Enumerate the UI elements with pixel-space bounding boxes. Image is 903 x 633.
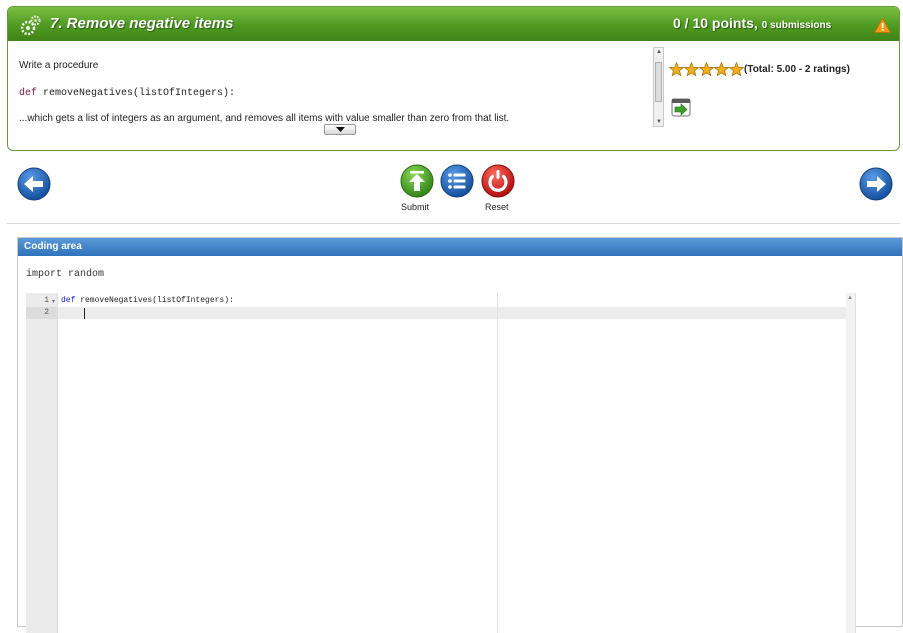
text-cursor (84, 308, 85, 319)
description-scrollbar[interactable]: ▲ ▼ (653, 47, 664, 127)
scroll-up-icon[interactable]: ▲ (656, 49, 662, 55)
code-line-1[interactable]: def removeNegatives(listOfIntegers): (61, 296, 234, 305)
next-exercise-button[interactable] (859, 167, 893, 201)
code-keyword: def (61, 296, 76, 305)
star-icon[interactable] (729, 62, 744, 77)
description-intro: Write a procedure (19, 60, 99, 71)
exercise-header: 7. Remove negative items 0 / 10 points, … (8, 7, 899, 41)
scroll-down-icon[interactable]: ▼ (656, 119, 662, 125)
gear-icon (20, 15, 41, 36)
run-program-icon[interactable] (670, 97, 692, 119)
chevron-down-icon (336, 127, 345, 132)
rating-summary: (Total: 5.00 - 2 ratings) (744, 64, 850, 75)
procedure-signature: def removeNegatives(listOfIntegers): (19, 88, 235, 99)
code-signature: removeNegatives(listOfIntegers): (37, 88, 236, 99)
star-rating[interactable] (669, 62, 744, 78)
points-display: 0 / 10 points, 0 submissions (673, 15, 831, 31)
reset-button[interactable] (481, 164, 515, 198)
coding-area: Coding area import random 1 ▾ 2 def remo… (17, 237, 903, 633)
star-icon[interactable] (699, 62, 714, 77)
code-editor[interactable]: 1 ▾ 2 def removeNegatives(listOfIntegers… (26, 293, 856, 633)
reset-label: Reset (485, 202, 509, 212)
active-gutter-cell (26, 307, 58, 319)
warning-icon[interactable] (874, 18, 891, 33)
description-body: ...which gets a list of integers as an a… (19, 113, 510, 124)
editor-scrollbar[interactable]: ▲ (846, 293, 855, 633)
previous-exercise-button[interactable] (17, 167, 51, 201)
active-line-highlight (26, 307, 855, 319)
submit-button[interactable] (400, 164, 434, 198)
fold-toggle-icon[interactable]: ▾ (52, 298, 55, 305)
star-icon[interactable] (714, 62, 729, 77)
expand-description-button[interactable] (324, 124, 356, 135)
line-number-gutter: 1 ▾ 2 (26, 293, 58, 633)
submit-label: Submit (401, 202, 430, 212)
import-statement: import random (26, 269, 105, 280)
section-divider (7, 223, 900, 224)
line-number: 1 (44, 296, 49, 305)
scrollbar-thumb[interactable] (655, 62, 662, 102)
exercise-panel: 7. Remove negative items 0 / 10 points, … (7, 6, 900, 151)
points-value: 0 / 10 points, (673, 15, 758, 31)
coding-area-header: Coding area (18, 238, 902, 256)
code-keyword: def (19, 88, 38, 99)
code-text: removeNegatives(listOfIntegers): (75, 296, 234, 305)
exercise-title: 7. Remove negative items (50, 15, 234, 32)
submissions-count: 0 submissions (761, 20, 832, 31)
exercise-list-button[interactable] (440, 164, 474, 198)
star-icon[interactable] (669, 62, 684, 77)
scroll-up-icon[interactable]: ▲ (847, 295, 853, 301)
print-margin (497, 293, 498, 633)
line-number: 2 (44, 308, 49, 317)
star-icon[interactable] (684, 62, 699, 77)
list-icon (448, 173, 466, 189)
